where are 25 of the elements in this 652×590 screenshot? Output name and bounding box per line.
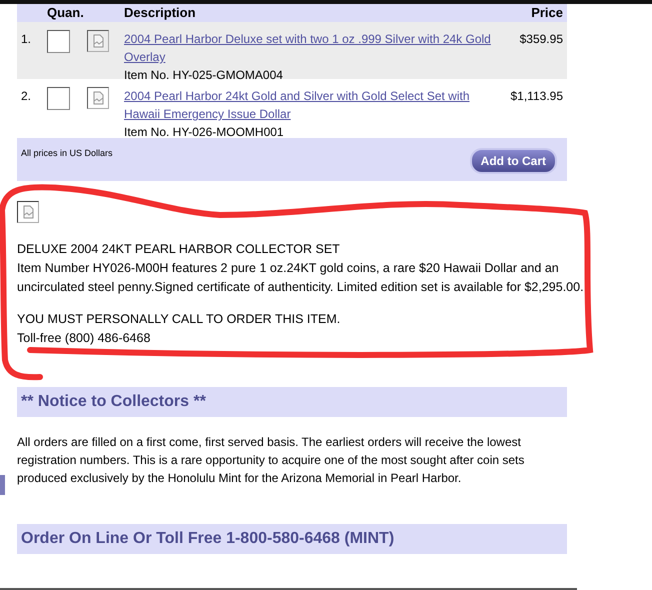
- call-notice: YOU MUST PERSONALLY CALL TO ORDER THIS ITEM.: [17, 311, 342, 328]
- feature-description: Item Number HY026-M00H features 2 pure 1 oz.24KT gold coins, a rare $20 Hawaii Dollar and an uncirculated steel penny.Signed certificate of authenticity. Limited edition set is available for $2,295.00.: [17, 260, 585, 296]
- column-header: Price: [531, 5, 563, 20]
- column-header: Quan.: [47, 5, 84, 20]
- item-number: Item No. HY-026-MOOMH001: [124, 124, 285, 141]
- broken-image-icon: [87, 30, 109, 52]
- feature-heading: DELUXE 2004 24KT PEARL HARBOR COLLECTOR SET: [17, 241, 341, 258]
- item-number: Item No. HY-025-GMOMA004: [124, 67, 284, 84]
- prices-note: All prices in US Dollars: [21, 148, 113, 158]
- column-header: Description: [124, 5, 196, 20]
- price: $359.95: [520, 32, 563, 46]
- section-heading: ** Notice to Collectors **: [17, 386, 567, 417]
- broken-image-icon: [87, 87, 109, 109]
- quantity-field[interactable]: [47, 87, 70, 110]
- phone-number: Toll-free (800) 486-6468: [17, 330, 152, 347]
- broken-image-icon: [17, 201, 39, 223]
- add-to-cart-button[interactable]: Add to Cart: [470, 148, 557, 174]
- quantity-field[interactable]: [47, 30, 70, 53]
- notice-text: All orders are filled on a first come, first served basis. The earliest orders will receive the lowest registration numbers. This is a rare opportunity to acquire one of the most sought after coin sets produced exclusively by the Honolulu Mint for the Arizona Memorial in Pearl Harbor.: [17, 434, 526, 487]
- row-number: 1.: [21, 32, 32, 46]
- product-link[interactable]: 2004 Pearl Harbor 24kt Gold and Silver with Gold Select Set with Hawaii Emergency Issue Dollar: [124, 87, 499, 123]
- product-link[interactable]: 2004 Pearl Harbor Deluxe set with two 1 oz .999 Silver with 24k Gold Overlay: [124, 30, 499, 66]
- price: $1,113.95: [510, 89, 563, 103]
- order-banner: Order On Line Or Toll Free 1-800-580-6468 (MINT): [17, 524, 567, 554]
- row-number: 2.: [21, 89, 32, 103]
